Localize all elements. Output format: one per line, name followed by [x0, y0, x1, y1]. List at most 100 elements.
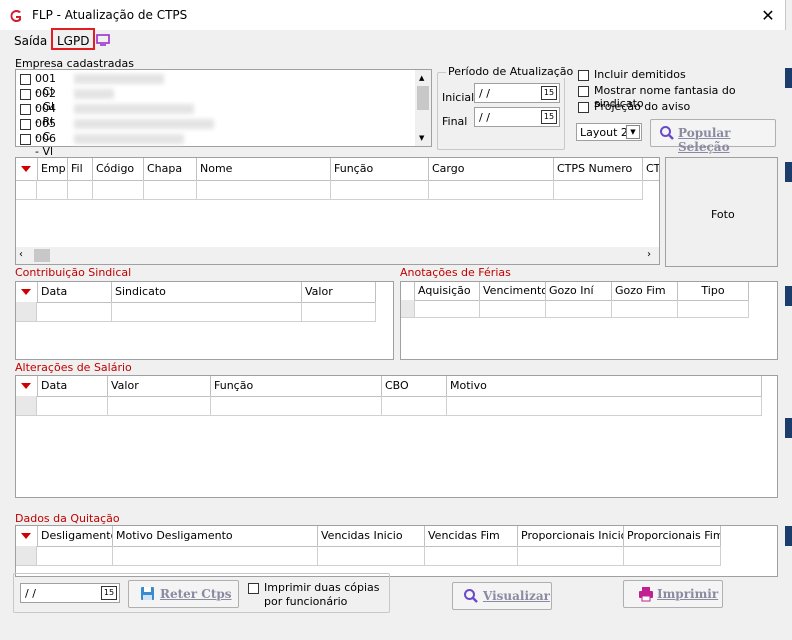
table-cell[interactable] — [425, 546, 518, 566]
row-selector[interactable] — [401, 300, 415, 318]
scroll-right-icon[interactable]: › — [647, 249, 651, 260]
table-cell[interactable] — [302, 302, 376, 322]
company-checkbox[interactable] — [20, 119, 31, 130]
column-header[interactable]: Sindicato — [112, 282, 302, 302]
scroll-thumb[interactable] — [34, 249, 50, 262]
row-selector[interactable] — [16, 180, 37, 200]
table-cell[interactable] — [37, 302, 112, 322]
table-cell[interactable] — [429, 180, 554, 200]
column-header[interactable]: Vencidas Fim — [425, 526, 518, 546]
table-cell[interactable] — [331, 180, 429, 200]
period-start-input[interactable]: / / 15 — [474, 83, 560, 103]
column-header[interactable]: Chapa — [144, 158, 197, 180]
populate-selection-button[interactable]: Popular Seleção — [650, 119, 776, 154]
union-contribution-grid[interactable]: Data Sindicato Valor — [15, 281, 394, 360]
table-row[interactable] — [16, 302, 376, 322]
grid-menu-icon[interactable] — [21, 383, 31, 389]
calendar-icon[interactable]: 15 — [101, 586, 117, 600]
row-selector[interactable] — [16, 546, 37, 566]
row-selector[interactable] — [16, 302, 37, 322]
table-cell[interactable] — [108, 396, 211, 416]
scroll-left-icon[interactable]: ‹ — [19, 249, 23, 260]
column-header[interactable]: Função — [331, 158, 429, 180]
table-cell[interactable] — [197, 180, 331, 200]
company-checkbox[interactable] — [20, 89, 31, 100]
column-header[interactable]: CBO — [382, 376, 447, 396]
menu-exit[interactable]: Saída — [14, 34, 47, 48]
column-header[interactable]: Proporcionais Inicio — [518, 526, 624, 546]
print-two-copies-checkbox[interactable] — [248, 583, 259, 594]
table-cell[interactable] — [37, 396, 108, 416]
column-header[interactable]: Data — [37, 282, 112, 302]
table-row[interactable] — [16, 546, 721, 566]
company-checkbox[interactable] — [20, 104, 31, 115]
column-header[interactable]: Data — [37, 376, 108, 396]
company-checkbox[interactable] — [20, 134, 31, 145]
table-cell[interactable] — [113, 546, 318, 566]
table-cell[interactable] — [68, 180, 93, 200]
calendar-icon[interactable]: 15 — [541, 110, 557, 124]
column-header[interactable]: Motivo — [447, 376, 762, 396]
table-cell[interactable] — [382, 396, 447, 416]
column-header[interactable]: Nome — [197, 158, 331, 180]
notice-projection-checkbox[interactable] — [578, 102, 589, 113]
table-cell[interactable] — [211, 396, 382, 416]
table-row[interactable] — [16, 180, 659, 200]
table-cell[interactable] — [624, 546, 721, 566]
list-scrollbar[interactable]: ▲ ▼ — [415, 70, 431, 146]
column-header[interactable]: Proporcionais Fim — [624, 526, 721, 546]
column-header[interactable]: Fil — [68, 158, 93, 180]
table-row[interactable] — [401, 300, 749, 318]
table-cell[interactable] — [144, 180, 197, 200]
table-cell[interactable] — [678, 300, 749, 318]
close-icon[interactable]: ✕ — [756, 6, 780, 26]
table-cell[interactable] — [112, 302, 302, 322]
table-cell[interactable] — [518, 546, 624, 566]
column-header[interactable]: Emp — [37, 158, 68, 180]
salary-changes-grid[interactable]: Data Valor Função CBO Motivo — [15, 375, 778, 498]
layout-select[interactable]: Layout 2 ▼ — [576, 123, 642, 141]
preview-button[interactable]: Visualizar — [452, 582, 552, 610]
column-header[interactable]: Código — [93, 158, 144, 180]
grid-menu-icon[interactable] — [21, 289, 31, 295]
companies-list[interactable]: 001 - Cl 002 - Gl 004 - Rl 005 - C 006 -… — [15, 69, 432, 158]
period-end-input[interactable]: / / 15 — [474, 107, 560, 127]
table-cell[interactable] — [318, 546, 425, 566]
company-checkbox[interactable] — [20, 74, 31, 85]
column-header[interactable]: CT — [643, 158, 659, 180]
employees-hscrollbar[interactable]: ‹ › — [16, 247, 659, 264]
column-header[interactable]: Gozo Fim — [612, 282, 678, 300]
column-header[interactable]: Valor — [108, 376, 211, 396]
grid-menu-icon[interactable] — [21, 166, 31, 172]
table-cell[interactable] — [37, 180, 68, 200]
column-header[interactable]: Tipo — [678, 282, 749, 300]
table-cell[interactable] — [37, 546, 113, 566]
include-dismissed-checkbox[interactable] — [578, 70, 589, 81]
vacation-notes-grid[interactable]: Aquisição Vencimento Gozo Iní Gozo Fim T… — [400, 281, 778, 360]
column-header[interactable]: Vencimento — [480, 282, 546, 300]
column-header[interactable]: Desligamento — [37, 526, 113, 546]
scroll-down-icon[interactable]: ▼ — [419, 134, 424, 142]
table-cell[interactable] — [480, 300, 546, 318]
chevron-down-icon[interactable]: ▼ — [626, 125, 640, 139]
column-header[interactable]: Vencidas Inicio — [318, 526, 425, 546]
column-header[interactable]: Aquisição — [415, 282, 480, 300]
employees-grid[interactable]: Emp Fil Código Chapa Nome Função Cargo C… — [15, 157, 660, 265]
discharge-grid[interactable]: Desligamento Motivo Desligamento Vencida… — [15, 525, 778, 577]
column-header[interactable]: Função — [211, 376, 382, 396]
grid-menu-icon[interactable] — [21, 533, 31, 539]
table-cell[interactable] — [546, 300, 612, 318]
print-button[interactable]: Imprimir — [623, 580, 723, 608]
table-cell[interactable] — [612, 300, 678, 318]
monitor-icon[interactable] — [96, 33, 110, 47]
retain-date-input[interactable]: / / 15 — [20, 583, 120, 603]
row-selector[interactable] — [16, 396, 37, 416]
table-cell[interactable] — [415, 300, 480, 318]
scroll-thumb[interactable] — [417, 86, 429, 110]
calendar-icon[interactable]: 15 — [541, 86, 557, 100]
table-cell[interactable] — [447, 396, 762, 416]
column-header[interactable]: Cargo — [429, 158, 554, 180]
retain-ctps-button[interactable]: Reter Ctps — [128, 580, 239, 608]
table-cell[interactable] — [554, 180, 643, 200]
table-cell[interactable] — [93, 180, 144, 200]
